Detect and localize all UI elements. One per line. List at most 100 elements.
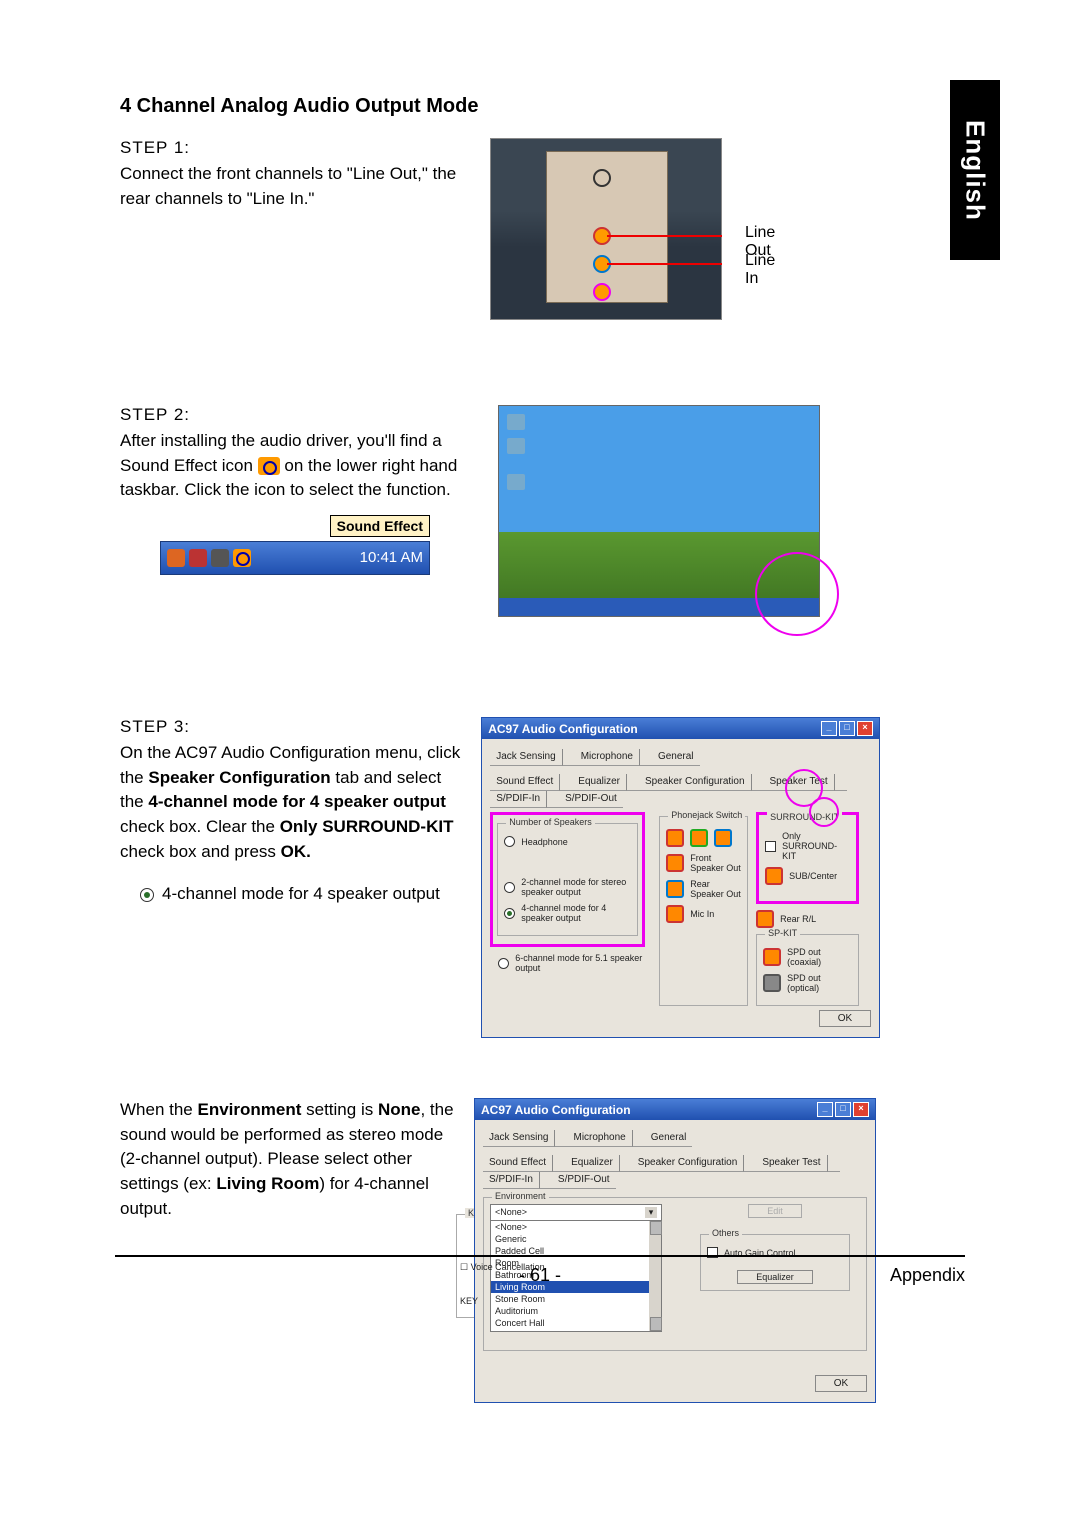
jack-icon xyxy=(756,910,774,928)
sound-effect-tooltip: Sound Effect xyxy=(330,515,430,537)
tab-equalizer[interactable]: Equalizer xyxy=(565,1155,619,1172)
taskbar-clock: 10:41 AM xyxy=(360,549,423,566)
environment-section: When the Environment setting is None, th… xyxy=(120,1098,880,1403)
minimize-button[interactable]: _ xyxy=(821,721,837,736)
highlight-circle-icon xyxy=(809,797,839,827)
tray-icon xyxy=(167,549,185,567)
radio-4channel[interactable] xyxy=(504,908,515,919)
spkit-label: SP-KIT xyxy=(765,928,800,938)
step1: STEP 1: Connect the front channels to "L… xyxy=(120,138,880,320)
radio-2channel[interactable] xyxy=(504,882,515,893)
line-in-label: Line In xyxy=(745,252,790,288)
tab-speaker-config[interactable]: Speaker Configuration xyxy=(639,774,751,791)
window-titlebar: AC97 Audio Configuration _ □ × xyxy=(475,1099,875,1120)
tab-jack-sensing[interactable]: Jack Sensing xyxy=(483,1130,554,1147)
others-label: Others xyxy=(709,1228,742,1238)
tab-spdif-in[interactable]: S/PDIF-In xyxy=(483,1172,539,1189)
sound-effect-tray-icon[interactable] xyxy=(233,549,251,567)
spd-coax-label: SPD out (coaxial) xyxy=(787,947,852,967)
audio-jack-photo xyxy=(490,138,722,320)
window-title: AC97 Audio Configuration xyxy=(481,1103,631,1117)
tab-speaker-config[interactable]: Speaker Configuration xyxy=(632,1155,744,1172)
env-option[interactable]: Concert Hall xyxy=(491,1317,661,1329)
environment-label: Environment xyxy=(492,1191,549,1201)
tab-speaker-test[interactable]: Speaker Test xyxy=(756,1155,826,1172)
environment-selected: <None> xyxy=(495,1207,527,1218)
highlight-circle-icon xyxy=(755,552,839,636)
step1-text: Connect the front channels to "Line Out,… xyxy=(120,162,460,211)
jack-icon xyxy=(763,948,781,966)
step3: STEP 3: On the AC97 Audio Configuration … xyxy=(120,717,880,1038)
tab-general[interactable]: General xyxy=(645,1130,693,1147)
phonejack-label: Phonejack Switch xyxy=(668,810,745,820)
maximize-button[interactable]: □ xyxy=(835,1102,851,1117)
step1-label: STEP 1: xyxy=(120,138,460,158)
step2-label: STEP 2: xyxy=(120,405,480,425)
radio-4channel[interactable] xyxy=(140,888,154,902)
mode2-label: 2-channel mode for stereo speaker output xyxy=(521,877,631,897)
tab-microphone[interactable]: Microphone xyxy=(567,1130,631,1147)
tab-spdif-out[interactable]: S/PDIF-Out xyxy=(559,791,623,808)
minimize-button[interactable]: _ xyxy=(817,1102,833,1117)
ac97-sound-effect-window: AC97 Audio Configuration _ □ × Jack Sens… xyxy=(474,1098,876,1403)
only-surround-checkbox[interactable] xyxy=(765,841,776,852)
jack-icon xyxy=(763,974,781,992)
env-option[interactable]: Auditorium xyxy=(491,1305,661,1317)
env-option[interactable]: Generic xyxy=(491,1233,661,1245)
jack-icon xyxy=(666,829,684,847)
front-out-label: Front Speaker Out xyxy=(690,853,741,873)
mic-in-label: Mic In xyxy=(690,909,714,919)
page-title: 4 Channel Analog Audio Output Mode xyxy=(120,95,880,118)
maximize-button[interactable]: □ xyxy=(839,721,855,736)
close-button[interactable]: × xyxy=(857,721,873,736)
only-surround-label: Only SURROUND-KIT xyxy=(782,831,850,861)
tabs-row-top: Jack Sensing Microphone General xyxy=(490,745,871,770)
jack-icon xyxy=(765,867,783,885)
language-tab: English xyxy=(950,80,1000,260)
step2: STEP 2: After installing the audio drive… xyxy=(120,405,880,617)
step3-text: On the AC97 Audio Configuration menu, cl… xyxy=(120,741,467,864)
window-title: AC97 Audio Configuration xyxy=(488,722,638,736)
jack-icon xyxy=(666,880,684,898)
page-footer: - 61 - Appendix xyxy=(115,1255,965,1286)
taskbar: 10:41 AM xyxy=(160,541,430,575)
window-titlebar: AC97 Audio Configuration _ □ × xyxy=(482,718,879,739)
ac97-speaker-config-window: AC97 Audio Configuration _ □ × Jack Sens… xyxy=(481,717,880,1038)
radio-headphone[interactable] xyxy=(504,836,515,847)
tab-sound-effect[interactable]: Sound Effect xyxy=(483,1155,552,1172)
chevron-down-icon[interactable]: ▾ xyxy=(645,1207,657,1218)
sub-center-label: SUB/Center xyxy=(789,871,837,881)
radio-6channel[interactable] xyxy=(498,958,509,969)
ok-button[interactable]: OK xyxy=(819,1010,871,1027)
tray-icon xyxy=(211,549,229,567)
tab-equalizer[interactable]: Equalizer xyxy=(572,774,626,791)
rear-rl-label: Rear R/L xyxy=(780,914,816,924)
tab-spdif-out[interactable]: S/PDIF-Out xyxy=(552,1172,616,1189)
jack-icon xyxy=(666,905,684,923)
footer-section: Appendix xyxy=(890,1265,965,1286)
tab-microphone[interactable]: Microphone xyxy=(575,749,639,766)
mode6-label: 6-channel mode for 5.1 speaker output xyxy=(515,953,645,973)
tab-sound-effect[interactable]: Sound Effect xyxy=(490,774,559,791)
desktop-screenshot xyxy=(498,405,820,617)
tray-icon xyxy=(189,549,207,567)
page-number: - 61 - xyxy=(519,1265,561,1285)
ok-button[interactable]: OK xyxy=(815,1375,867,1392)
env-option[interactable]: <None> xyxy=(491,1221,661,1233)
close-button[interactable]: × xyxy=(853,1102,869,1117)
jack-icon xyxy=(666,854,684,872)
tab-jack-sensing[interactable]: Jack Sensing xyxy=(490,749,561,766)
rear-out-label: Rear Speaker Out xyxy=(690,879,741,899)
env-option[interactable]: Stone Room xyxy=(491,1293,661,1305)
step3-label: STEP 3: xyxy=(120,717,467,737)
language-tab-label: English xyxy=(960,120,991,221)
tab-general[interactable]: General xyxy=(652,749,700,766)
inset-radio-4channel: 4-channel mode for 4 speaker output xyxy=(140,884,440,904)
edit-button[interactable]: Edit xyxy=(748,1204,802,1218)
highlight-box-surround: SURROUND-KIT Only SURROUND-KIT SUB/Cente… xyxy=(756,812,859,904)
key-label: KEY xyxy=(460,1296,478,1306)
tab-spdif-in[interactable]: S/PDIF-In xyxy=(490,791,546,808)
env-option[interactable]: Cave xyxy=(491,1329,661,1331)
radio-4channel-label: 4-channel mode for 4 speaker output xyxy=(162,884,440,904)
step2-text: After installing the audio driver, you'l… xyxy=(120,429,480,503)
